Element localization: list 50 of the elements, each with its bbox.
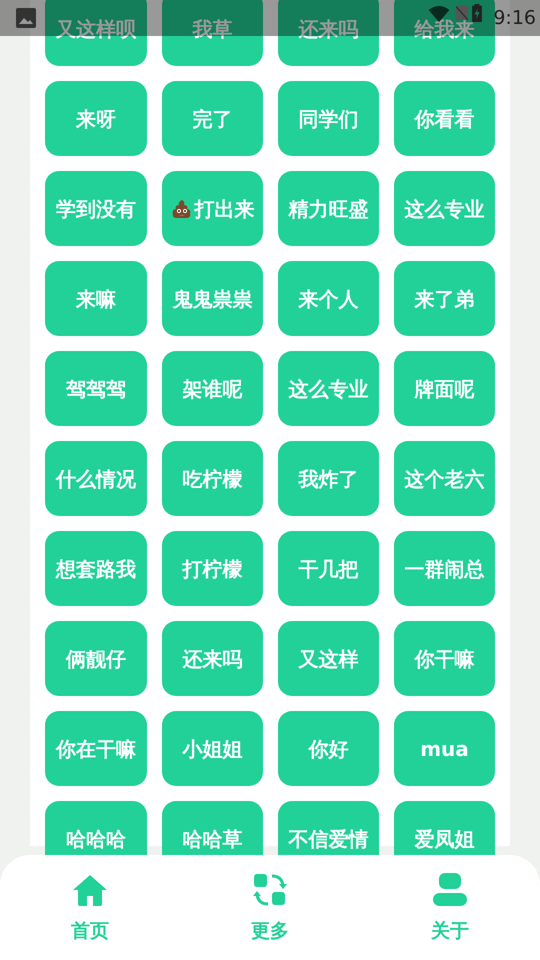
image-icon <box>16 8 36 28</box>
no-sim-icon <box>456 5 468 20</box>
sound-button[interactable]: 还来吗 <box>278 0 379 66</box>
sound-button[interactable]: 驾驾驾 <box>45 351 147 426</box>
sound-button[interactable]: 哈哈哈 <box>45 801 147 855</box>
sound-button[interactable]: 精力旺盛 <box>278 171 379 246</box>
sound-button[interactable]: 我炸了 <box>278 441 379 516</box>
sound-button[interactable]: 什么情况 <box>45 441 147 516</box>
sound-button[interactable]: 你在干嘛 <box>45 711 147 786</box>
nav-tab[interactable]: 首页 <box>0 855 180 960</box>
sound-button[interactable]: 来呀 <box>45 81 147 156</box>
person-icon <box>432 872 468 908</box>
sound-button[interactable]: 不信爱情 <box>278 801 379 855</box>
sound-button[interactable]: 这个老六 <box>394 441 495 516</box>
nav-tab[interactable]: 关于 <box>360 855 540 960</box>
sound-button[interactable]: 牌面呢 <box>394 351 495 426</box>
sound-button[interactable]: 你看看 <box>394 81 495 156</box>
sound-button[interactable]: 又这样呗 <box>45 0 147 66</box>
sound-button[interactable]: 爱凤姐 <box>394 801 495 855</box>
sound-button[interactable]: 俩靓仔 <box>45 621 147 696</box>
sound-button[interactable]: 这么专业 <box>394 171 495 246</box>
sound-button[interactable]: 打柠檬 <box>162 531 263 606</box>
sound-button[interactable]: 你干嘛 <box>394 621 495 696</box>
poop-icon <box>170 198 192 220</box>
nav-tab[interactable]: 更多 <box>180 855 360 960</box>
sound-button[interactable]: 想套路我 <box>45 531 147 606</box>
sound-button[interactable]: 学到没有 <box>45 171 147 246</box>
sound-button[interactable]: 一群闹总 <box>394 531 495 606</box>
sound-button[interactable]: 打出来 <box>162 171 263 246</box>
sound-button[interactable]: 我草 <box>162 0 263 66</box>
sound-button[interactable]: 吃柠檬 <box>162 441 263 516</box>
sound-button[interactable]: 还来吗 <box>162 621 263 696</box>
sound-button[interactable]: 你好 <box>278 711 379 786</box>
sound-button[interactable]: mua <box>394 711 495 786</box>
sound-button[interactable]: 来了弟 <box>394 261 495 336</box>
sound-button[interactable]: 给我来 <box>394 0 495 66</box>
sound-button[interactable]: 这么专业 <box>278 351 379 426</box>
sound-button[interactable]: 来嘛 <box>45 261 147 336</box>
sound-button[interactable]: 架谁呢 <box>162 351 263 426</box>
sound-button[interactable]: 完了 <box>162 81 263 156</box>
sound-button[interactable]: 哈哈草 <box>162 801 263 855</box>
sound-button[interactable]: 小姐姐 <box>162 711 263 786</box>
sound-button[interactable]: 同学们 <box>278 81 379 156</box>
sound-button[interactable]: 又这样 <box>278 621 379 696</box>
sound-button[interactable]: 鬼鬼祟祟 <box>162 261 263 336</box>
swap-icon <box>253 873 287 907</box>
home-icon <box>71 873 109 907</box>
sound-button[interactable]: 干几把 <box>278 531 379 606</box>
battery-icon <box>472 4 482 22</box>
sound-button[interactable]: 来个人 <box>278 261 379 336</box>
